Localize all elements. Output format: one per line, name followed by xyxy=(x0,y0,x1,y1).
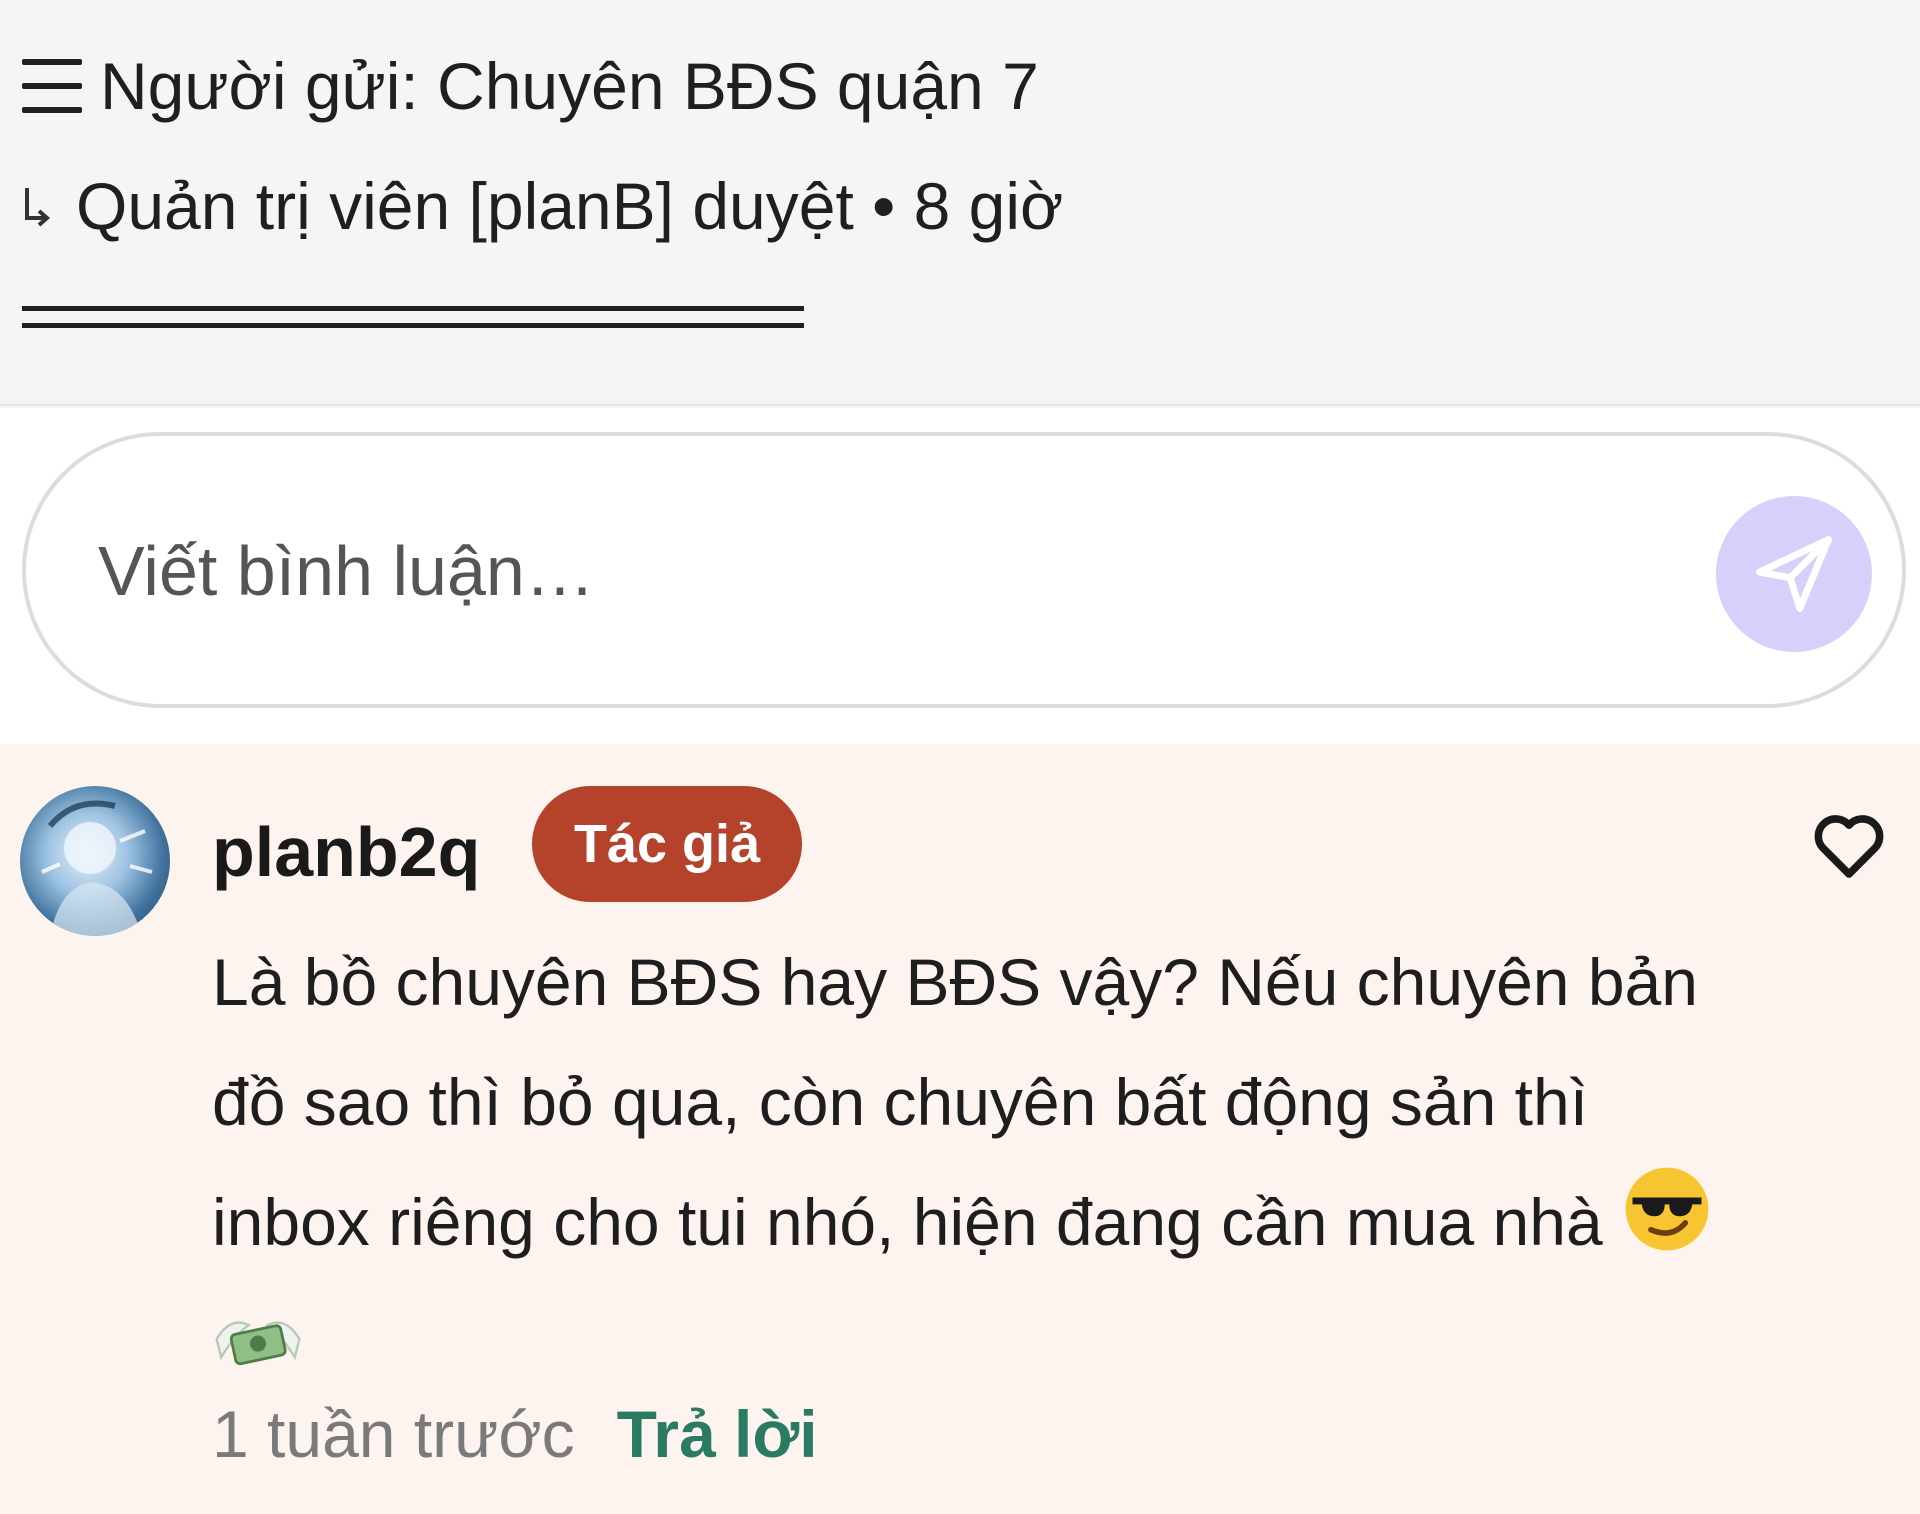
comment-input[interactable] xyxy=(98,516,1598,626)
comment-body: Là bồ chuyên BĐS hay BĐS vậy? Nếu chuyên… xyxy=(212,945,1698,1259)
send-icon xyxy=(1756,536,1832,612)
return-arrow-icon xyxy=(22,176,56,236)
moderator-line: Quản trị viên [planB] duyệt • 8 giờ xyxy=(22,160,1063,252)
comment-username[interactable]: planb2q xyxy=(212,804,480,900)
avatar[interactable] xyxy=(20,786,170,936)
heart-icon xyxy=(1814,815,1884,878)
sender-line: Người gửi: Chuyên BĐS quận 7 xyxy=(22,40,1039,132)
comment-input-area xyxy=(0,408,1920,744)
comment-text: Là bồ chuyên BĐS hay BĐS vậy? Nếu chuyên… xyxy=(212,922,1732,1422)
like-button[interactable] xyxy=(1808,804,1890,886)
menu-icon[interactable] xyxy=(22,59,82,113)
post-info-header: Người gửi: Chuyên BĐS quận 7 Quản trị vi… xyxy=(0,0,1920,406)
comment-item: planb2q Tác giả Là bồ chuyên BĐS hay BĐS… xyxy=(0,744,1920,1514)
send-button[interactable] xyxy=(1716,496,1872,652)
moderator-text: Quản trị viên [planB] duyệt • 8 giờ xyxy=(76,169,1064,243)
comment-box[interactable] xyxy=(22,432,1906,708)
sender-text: Người gửi: Chuyên BĐS quận 7 xyxy=(100,49,1039,123)
sunglasses-face-emoji xyxy=(1621,1163,1713,1292)
reply-button[interactable]: Trả lời xyxy=(617,1396,818,1472)
comment-meta: 1 tuần trước Trả lời xyxy=(212,1396,818,1472)
author-badge: Tác giả xyxy=(532,786,803,902)
double-divider xyxy=(22,306,804,328)
comment-timestamp: 1 tuần trước xyxy=(212,1397,575,1471)
